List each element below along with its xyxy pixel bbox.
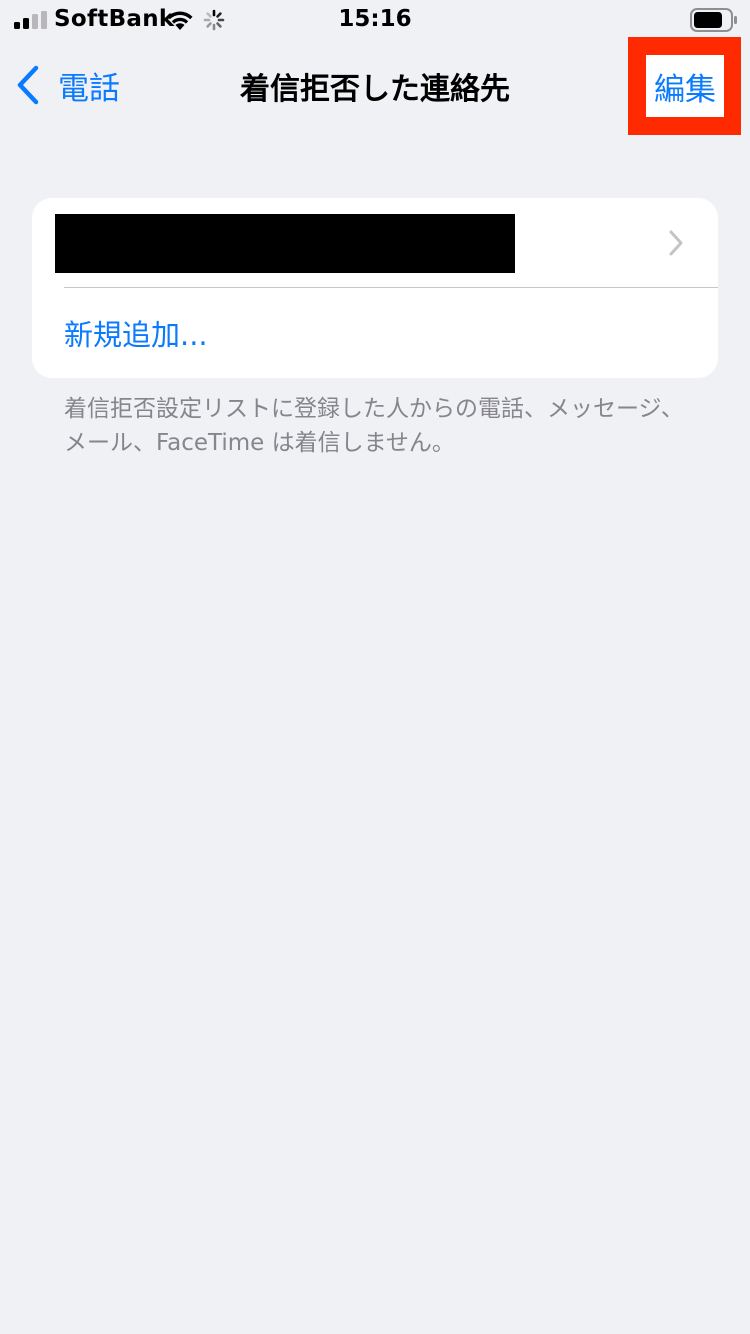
status-time: 15:16: [338, 6, 412, 32]
status-bar: SoftBank 15:16: [0, 0, 750, 40]
add-new-label: 新規追加...: [64, 318, 208, 352]
edit-button[interactable]: 編集: [646, 55, 724, 117]
redacted-contact-name: [55, 214, 515, 273]
add-new-button[interactable]: 新規追加...: [32, 288, 718, 378]
footer-note: 着信拒否設定リストに登録した人からの電話、メッセージ、メール、FaceTime …: [64, 396, 684, 456]
blocked-contact-row[interactable]: [32, 198, 718, 287]
chevron-right-icon: [669, 230, 683, 256]
battery-icon: [690, 8, 737, 32]
navigation-bar: 電話 着信拒否した連絡先 編集: [0, 37, 750, 135]
blocked-contacts-list: 新規追加...: [32, 198, 718, 378]
